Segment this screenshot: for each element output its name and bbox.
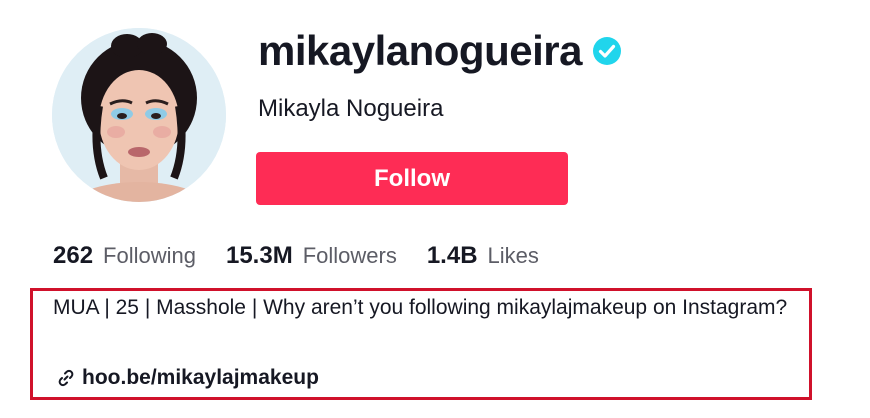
username-row: mikaylanogueira xyxy=(258,30,622,72)
stat-likes: 1.4B Likes xyxy=(427,242,539,270)
verified-check-icon xyxy=(592,37,621,65)
display-name: Mikayla Nogueira xyxy=(258,95,444,122)
bio-link-text[interactable]: hoo.be/mikaylajmakeup xyxy=(82,366,319,390)
follow-button[interactable]: Follow xyxy=(256,152,568,205)
stat-following[interactable]: 262 Following xyxy=(53,242,196,270)
stat-followers[interactable]: 15.3M Followers xyxy=(226,242,397,270)
link-chain-icon xyxy=(58,369,74,387)
profile-stats: 262 Following 15.3M Followers 1.4B Likes xyxy=(53,242,539,270)
stat-likes-count: 1.4B xyxy=(426,242,478,269)
username-title: mikaylanogueira xyxy=(258,27,582,74)
profile-avatar[interactable] xyxy=(52,28,226,202)
stat-followers-label: Followers xyxy=(302,243,397,268)
stat-following-label: Following xyxy=(103,243,196,268)
bio-text: MUA | 25 | Masshole | Why aren’t you fol… xyxy=(53,296,788,319)
stat-likes-label: Likes xyxy=(487,243,539,268)
stat-following-count: 262 xyxy=(53,242,94,269)
stat-followers-count: 15.3M xyxy=(225,242,293,269)
bio-link[interactable]: hoo.be/mikaylajmakeup xyxy=(56,366,319,390)
